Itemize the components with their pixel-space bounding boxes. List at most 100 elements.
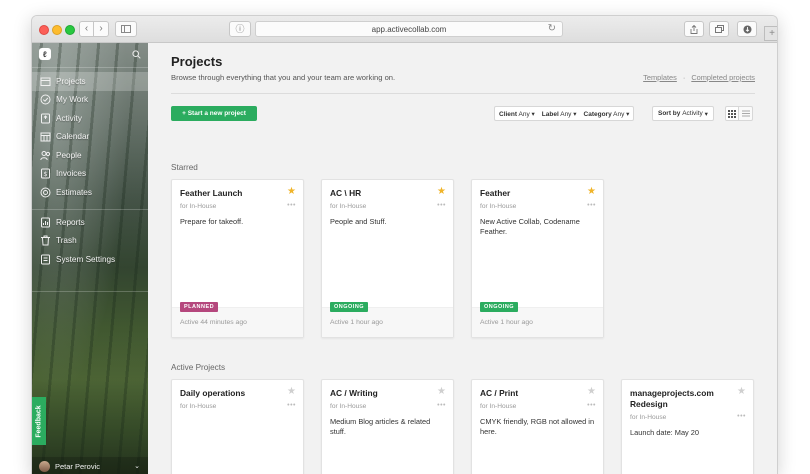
sidebar-toggle-icon[interactable] [115,21,137,37]
category-filter[interactable]: Category Any ▾ [584,110,630,118]
filter-bar: Client Any ▾ Label Any ▾ Category Any ▾ [494,106,635,121]
header-divider [171,93,755,94]
url-text: app.activecollab.com [371,24,447,34]
project-description: Prepare for takeoff. [180,217,244,226]
star-icon[interactable]: ★ [287,186,296,197]
more-icon[interactable]: ••• [437,202,446,209]
project-card[interactable]: Daily operations ★ ••• for In-House [171,379,304,474]
page-title: Projects [171,54,223,69]
reload-icon[interactable]: ↻ [548,23,556,34]
reports-icon [39,217,51,228]
chevron-left-icon[interactable]: ‹ [79,21,94,37]
chevron-down-icon: ⌄ [134,463,140,470]
project-card[interactable]: Feather ★ ••• for In-House New Active Co… [471,179,604,338]
projects-icon [39,76,51,87]
sidebar-divider [32,209,148,210]
project-card[interactable]: AC / Print ★ ••• for In-House CMYK frien… [471,379,604,474]
sidebar-item-my-work[interactable]: My Work [32,91,148,110]
check-circle-icon [39,94,51,105]
app-logo-icon[interactable]: ℓ [39,48,51,60]
project-card[interactable]: AC \ HR ★ ••• for In-House People and St… [321,179,454,338]
sidebar-item-label: Activity [56,113,82,123]
more-icon[interactable]: ••• [287,202,296,209]
invoice-icon: $ [39,168,51,179]
star-icon[interactable]: ★ [287,386,296,397]
browser-window: ‹ › ⓘ app.activecollab.com ↻ + ℓ Project… [31,15,778,474]
project-card[interactable]: AC / Writing ★ ••• for In-House Medium B… [321,379,454,474]
sort-dropdown[interactable]: Sort by Activity ▾ [652,106,714,121]
star-icon[interactable]: ★ [587,186,596,197]
sidebar-item-label: Projects [56,76,86,86]
star-icon[interactable]: ★ [737,386,746,397]
star-icon[interactable]: ★ [587,386,596,397]
sidebar-item-projects[interactable]: Projects [32,72,148,91]
completed-projects-link[interactable]: Completed projects [691,73,755,82]
download-icon[interactable] [737,21,757,37]
sidebar-item-estimates[interactable]: Estimates [32,183,148,202]
plus-icon[interactable]: + [764,26,777,41]
sidebar-divider [32,291,148,292]
sidebar-item-system-settings[interactable]: System Settings [32,250,148,269]
info-icon[interactable]: ⓘ [229,21,251,37]
sort-label: Sort by [658,110,681,117]
star-icon[interactable]: ★ [437,386,446,397]
minimize-window-button[interactable] [52,25,62,35]
close-window-button[interactable] [39,25,49,35]
more-icon[interactable]: ••• [737,413,746,420]
search-icon[interactable] [130,48,142,60]
label-filter[interactable]: Label Any ▾ [542,110,577,118]
user-name: Petar Perovic [55,461,101,471]
sidebar-item-activity[interactable]: Activity [32,109,148,128]
project-description: Launch date: May 20 [630,428,700,437]
sidebar-nav-secondary: Reports Trash System Settings [32,213,148,269]
sidebar-item-trash[interactable]: Trash [32,232,148,251]
sidebar-item-people[interactable]: People [32,146,148,165]
status-badge: ONGOING [480,302,519,312]
browser-toolbar: ‹ › ⓘ app.activecollab.com ↻ + [32,16,777,43]
project-activity: Active 44 minutes ago [180,319,247,326]
sidebar-item-label: Calendar [56,132,90,142]
star-icon[interactable]: ★ [437,186,446,197]
templates-link[interactable]: Templates [643,73,677,82]
project-card[interactable]: Feather Launch ★ ••• for In-House Prepar… [171,179,304,338]
card-footer: ONGOING Active 1 hour ago [322,302,453,337]
active-projects-section-label: Active Projects [171,363,226,372]
address-bar[interactable]: app.activecollab.com ↻ [255,21,563,37]
settings-icon [39,254,51,265]
project-client: for In-House [180,203,217,210]
project-client: for In-House [330,403,367,410]
maximize-window-button[interactable] [65,25,75,35]
project-card[interactable]: manageprojects.com Redesign ★ ••• for In… [621,379,754,474]
project-client: for In-House [480,203,517,210]
tabs-icon[interactable] [709,21,729,37]
client-filter[interactable]: Client Any ▾ [499,110,535,118]
share-icon[interactable] [684,21,704,37]
more-icon[interactable]: ••• [587,202,596,209]
feedback-tab[interactable]: Feedback [32,397,46,445]
sidebar-item-label: Reports [56,217,85,227]
project-title: Feather [480,188,511,198]
sidebar-item-label: Invoices [56,169,87,179]
more-icon[interactable]: ••• [587,402,596,409]
link-separator: · [682,73,686,82]
trash-icon [39,235,51,246]
more-icon[interactable]: ••• [437,402,446,409]
sidebar-item-invoices[interactable]: $ Invoices [32,165,148,184]
more-icon[interactable]: ••• [287,402,296,409]
user-menu[interactable]: Petar Perovic ⌄ [32,457,148,474]
grid-view-icon[interactable] [725,106,739,121]
sidebar-item-reports[interactable]: Reports [32,213,148,232]
chevron-right-icon[interactable]: › [94,21,109,37]
header-links: Templates · Completed projects [643,73,755,82]
list-view-icon[interactable] [739,106,753,121]
sort-value: Activity [682,110,703,117]
card-footer: ONGOING Active 1 hour ago [472,302,603,337]
project-activity: Active 1 hour ago [480,319,533,326]
avatar [39,460,50,472]
main-content: Projects Browse through everything that … [148,43,777,474]
sidebar-item-calendar[interactable]: Calendar [32,128,148,147]
page-subtitle: Browse through everything that you and y… [171,73,396,82]
project-title: AC \ HR [330,188,362,198]
sidebar-item-label: People [56,150,82,160]
start-new-project-button[interactable]: + Start a new project [171,106,257,121]
